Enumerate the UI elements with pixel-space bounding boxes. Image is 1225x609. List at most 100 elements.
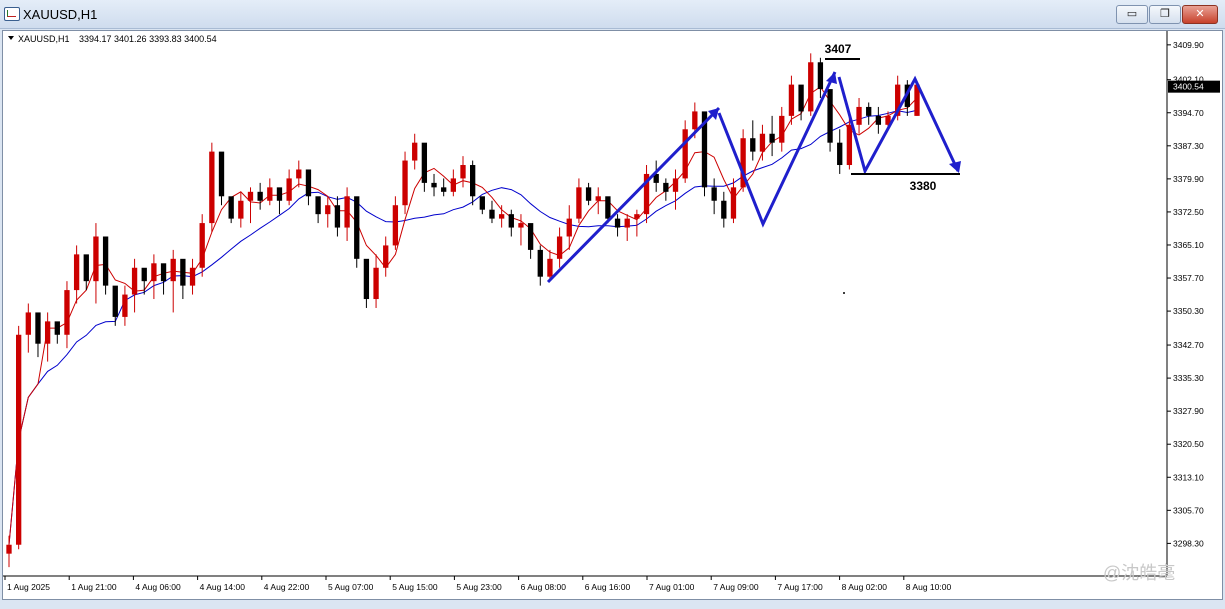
candle-body — [131, 267, 138, 295]
y-tick-label: 3298.30 — [1173, 538, 1204, 548]
y-tick-label: 3313.10 — [1173, 472, 1204, 482]
minimize-button[interactable]: ▭ — [1116, 5, 1148, 24]
candle-body — [479, 196, 485, 210]
candle-body — [846, 124, 853, 166]
candle-body — [383, 245, 389, 268]
candle-body — [73, 254, 80, 291]
candle-body — [257, 191, 263, 201]
candle-body — [518, 223, 524, 228]
price-axis: 3409.903402.103394.703387.303379.903372.… — [1167, 40, 1220, 548]
candle-body — [489, 209, 495, 219]
dropdown-triangle-icon — [8, 36, 14, 40]
candle-body — [228, 196, 234, 219]
candle-body — [325, 205, 331, 215]
chart-area[interactable]: 3409.90 3402.10 3394.70 3387.30 3379.90 3372.… — [2, 30, 1223, 600]
label-3407: 3407 — [825, 42, 852, 56]
candle-body — [276, 187, 283, 201]
terminal-window: XAUUSD,H1 ▭ ❐ ✕ 3409.90 3402.10 3394.70 338… — [0, 0, 1225, 609]
candle-body — [354, 196, 360, 259]
candle-body — [209, 151, 215, 224]
candle-body — [83, 254, 89, 282]
ma-fast-line — [8, 86, 918, 545]
candle-body — [6, 544, 12, 554]
candle-body — [566, 218, 572, 237]
x-tick-label: 8 Aug 10:00 — [906, 582, 952, 592]
y-tick-label: 3320.50 — [1173, 439, 1204, 449]
candle-body — [334, 205, 341, 228]
candle-body — [634, 214, 640, 219]
candle-body — [788, 84, 795, 116]
candle-body — [392, 205, 399, 246]
close-button[interactable]: ✕ — [1182, 5, 1218, 24]
y-tick-label: 3342.70 — [1173, 340, 1204, 350]
candle-body — [498, 214, 505, 219]
y-tick-label: 3387.30 — [1173, 141, 1204, 151]
candle-body — [547, 258, 553, 277]
candle-body — [692, 111, 698, 130]
symbol-header: XAUUSD,H1 — [18, 34, 70, 44]
candle-body — [35, 312, 41, 344]
candle-body — [44, 321, 51, 344]
candle-body — [875, 115, 882, 125]
candle-body — [614, 218, 621, 228]
candle-body — [730, 187, 737, 219]
x-tick-label: 7 Aug 01:00 — [649, 582, 695, 592]
candle-body — [576, 187, 582, 219]
candle-body — [16, 334, 22, 545]
candle-body — [624, 218, 630, 228]
ohlc-header: 3394.17 3401.26 3393.83 3400.54 — [79, 34, 217, 44]
candle-body — [672, 178, 679, 192]
candle-body — [750, 138, 756, 152]
candle-body — [450, 178, 456, 192]
candle-body — [817, 62, 824, 90]
restore-button[interactable]: ❐ — [1149, 5, 1181, 24]
x-tick-label: 6 Aug 16:00 — [585, 582, 631, 592]
candle-body — [441, 187, 447, 192]
label-3380: 3380 — [910, 179, 937, 193]
candle-body — [93, 236, 99, 282]
y-tick-label: 3409.90 — [1173, 40, 1204, 50]
x-tick-label: 1 Aug 21:00 — [71, 582, 117, 592]
candle-body — [866, 106, 872, 116]
candle-body — [122, 294, 128, 317]
price-chart[interactable]: 3409.903402.103394.703387.303379.903372.… — [3, 31, 1222, 599]
y-tick-label: 3379.90 — [1173, 174, 1204, 184]
candle-body — [537, 249, 543, 277]
current-price-label: 3400.54 — [1173, 82, 1204, 92]
candle-body — [54, 321, 60, 335]
candle-body — [151, 263, 157, 282]
window-title: XAUUSD,H1 — [23, 7, 98, 22]
x-tick-label: 4 Aug 22:00 — [264, 582, 310, 592]
arrow-head — [949, 161, 961, 173]
candle-body — [460, 165, 466, 179]
candle-body — [112, 285, 118, 317]
y-tick-label: 3327.90 — [1173, 406, 1204, 416]
candle-body — [170, 258, 176, 282]
candle-body — [508, 214, 514, 228]
y-tick-label: 3357.70 — [1173, 273, 1204, 283]
y-tick-label: 3394.70 — [1173, 108, 1204, 118]
zigzag-line — [717, 71, 837, 228]
candle-body — [837, 142, 843, 166]
candle-body — [808, 62, 814, 112]
candle-body — [402, 160, 408, 206]
x-tick-label: 8 Aug 02:00 — [842, 582, 888, 592]
x-tick-label: 1 Aug 2025 — [7, 582, 50, 592]
candle-body — [556, 236, 563, 259]
candle-body — [199, 223, 205, 268]
candle-body — [721, 200, 727, 219]
candle-body — [711, 187, 717, 201]
y-tick-label: 3305.70 — [1173, 505, 1204, 515]
x-tick-label: 7 Aug 09:00 — [713, 582, 759, 592]
candle-body — [344, 196, 350, 228]
y-tick-label: 3365.10 — [1173, 240, 1204, 250]
candle-body — [421, 142, 428, 183]
x-tick-label: 5 Aug 07:00 — [328, 582, 374, 592]
candle-body — [141, 267, 147, 282]
title-bar: XAUUSD,H1 ▭ ❐ ✕ — [0, 0, 1225, 29]
candle-body — [595, 196, 601, 201]
candle-body — [682, 129, 688, 179]
x-tick-label: 6 Aug 08:00 — [521, 582, 567, 592]
watermark: @沈皓毫 — [1103, 563, 1175, 583]
moving-averages — [8, 86, 918, 545]
